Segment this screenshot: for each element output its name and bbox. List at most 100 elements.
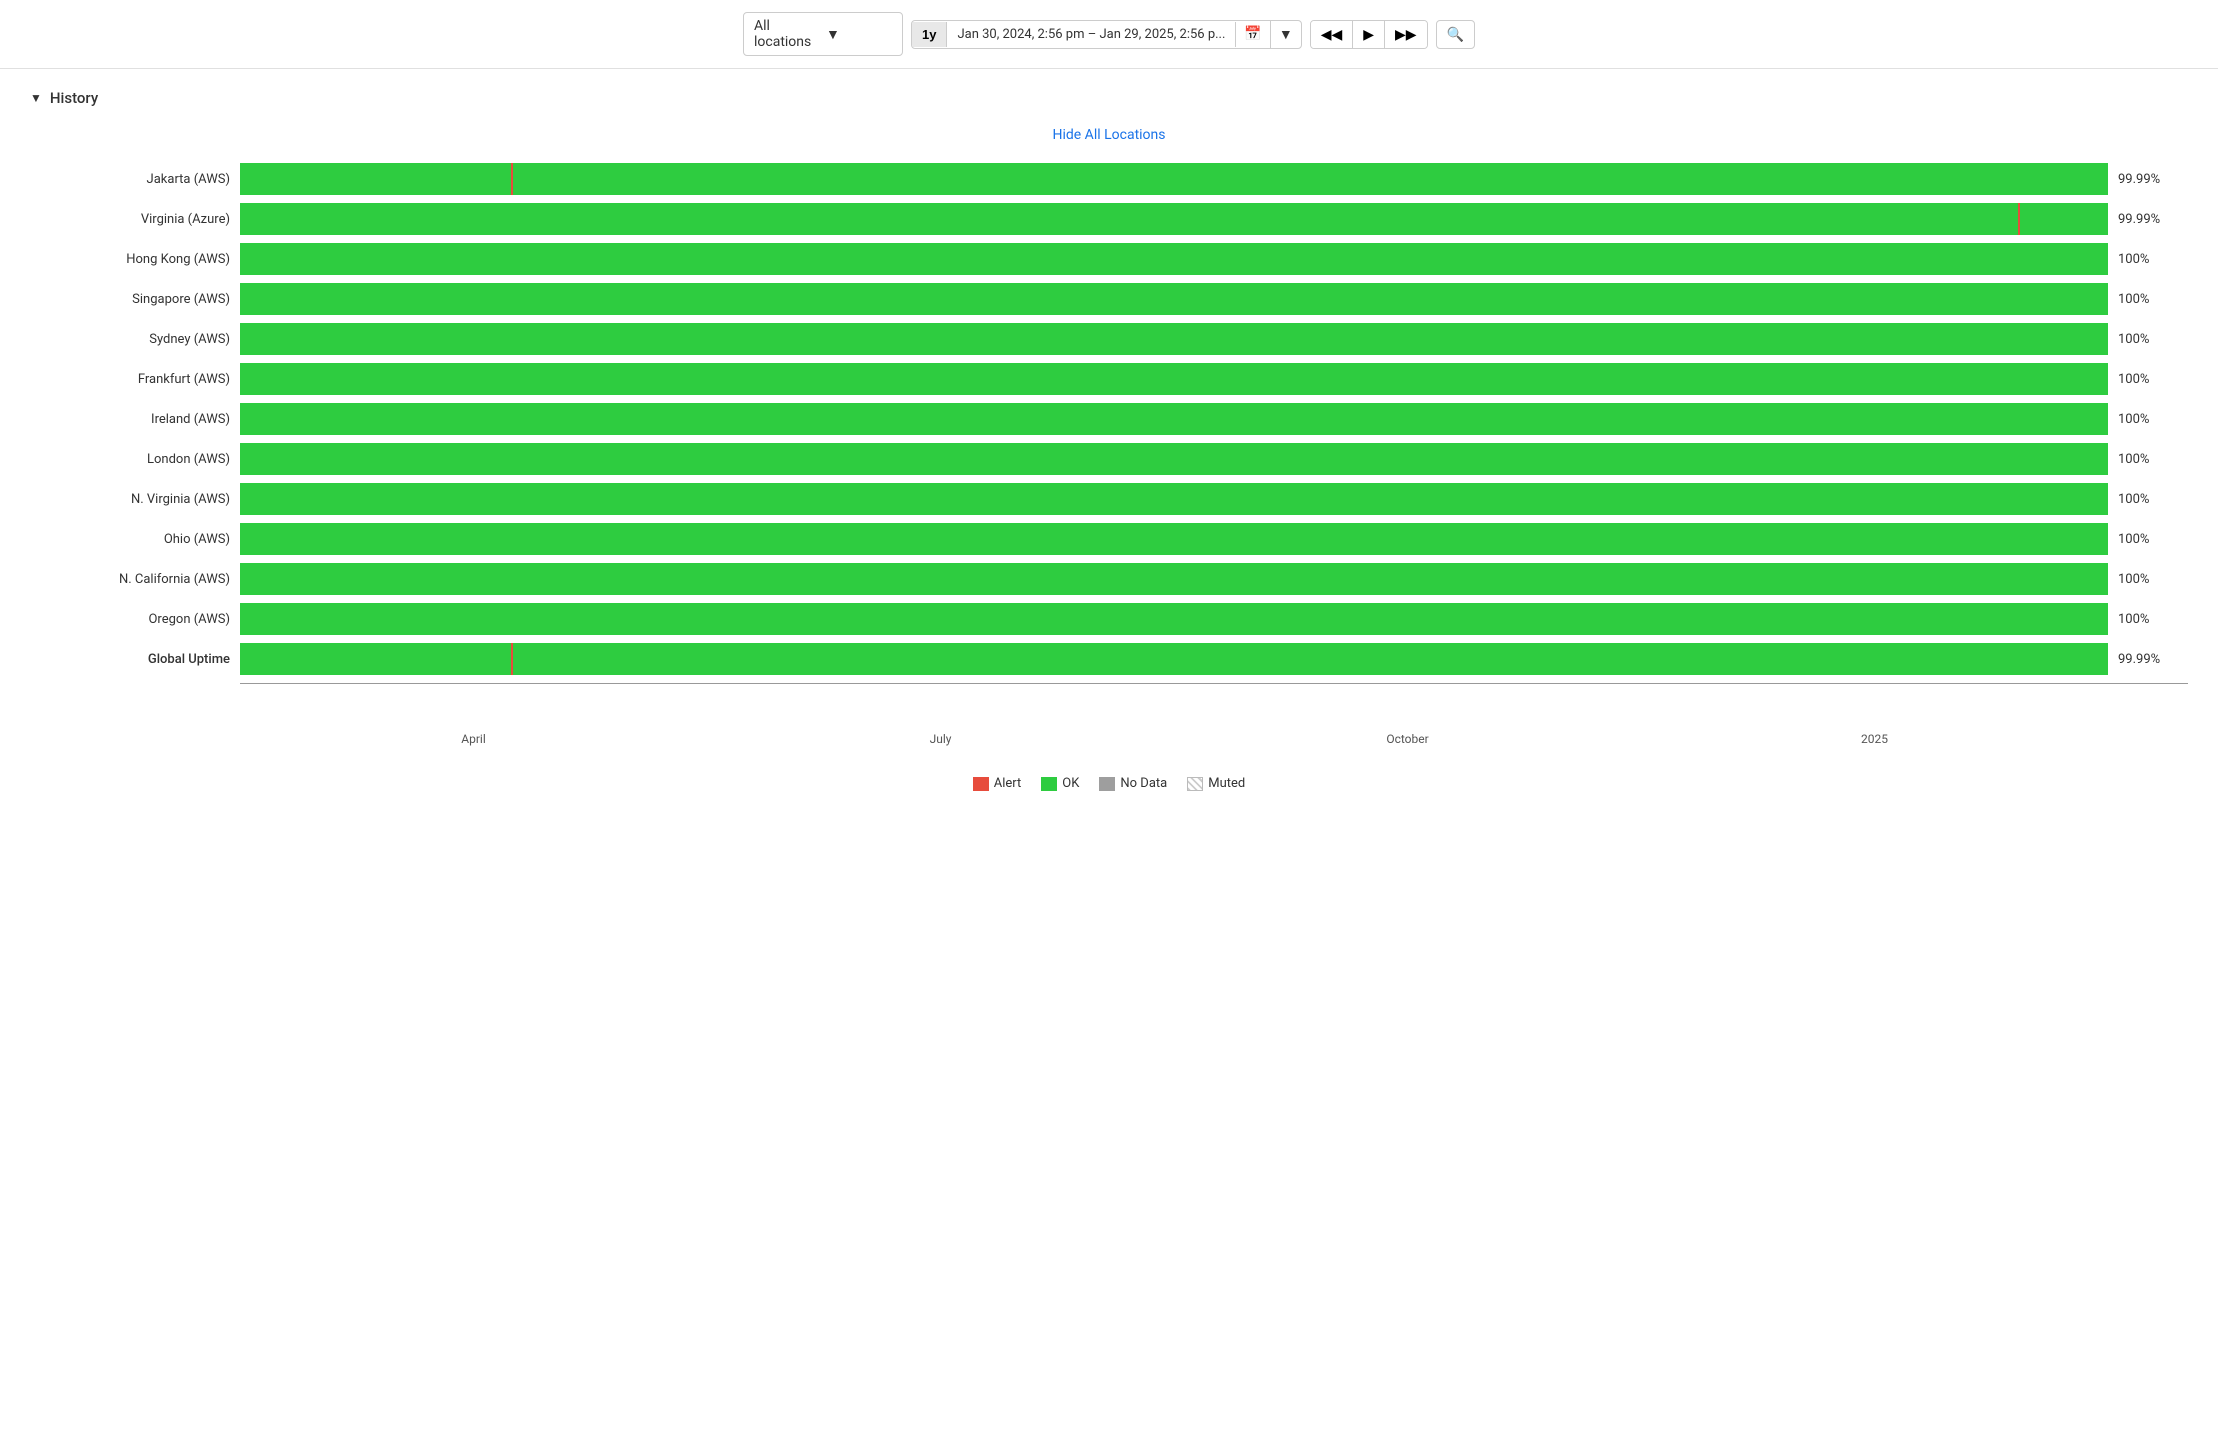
top-bar: All locations ▼ 1y Jan 30, 2024, 2:56 pm…: [0, 0, 2218, 69]
chart-row-percentage: 100%: [2118, 412, 2188, 427]
chart-bar-wrapper: [240, 163, 2108, 195]
chart-row-percentage: 99.99%: [2118, 652, 2188, 667]
chart-bar-green: [240, 323, 2108, 355]
chart-row: Singapore (AWS) 100%: [30, 283, 2188, 315]
chart-bar-wrapper: [240, 363, 2108, 395]
chart-bar-wrapper: [240, 203, 2108, 235]
chart-row: Ireland (AWS) 100%: [30, 403, 2188, 435]
history-section-header[interactable]: ▼ History: [30, 89, 2188, 107]
nav-prev-prev-button[interactable]: ◀◀: [1311, 21, 1354, 48]
chart-bar-green: [240, 363, 2108, 395]
date-range-display: Jan 30, 2024, 2:56 pm – Jan 29, 2025, 2:…: [946, 22, 1236, 47]
time-period-button[interactable]: 1y: [912, 22, 946, 47]
x-axis-label: October: [1174, 732, 1641, 746]
chart-row-percentage: 100%: [2118, 492, 2188, 507]
legend-nodata-color: [1099, 777, 1115, 791]
chart-row-label: London (AWS): [30, 452, 230, 467]
location-label: All locations: [754, 18, 820, 50]
chart-bar-wrapper: [240, 603, 2108, 635]
chart-bar-wrapper: [240, 643, 2108, 675]
nav-controls: ◀◀ ▶ ▶▶: [1310, 20, 1428, 49]
legend: Alert OK No Data Muted: [30, 776, 2188, 791]
chart-bar-green: [240, 203, 2108, 235]
chart-row-label: N. Virginia (AWS): [30, 492, 230, 507]
chart-row-label: Oregon (AWS): [30, 612, 230, 627]
chart-row: London (AWS) 100%: [30, 443, 2188, 475]
chart-row-label: N. California (AWS): [30, 572, 230, 587]
chart-bar-wrapper: [240, 403, 2108, 435]
chart-bar-wrapper: [240, 523, 2108, 555]
legend-ok-label: OK: [1062, 776, 1079, 791]
chart-bar-wrapper: [240, 243, 2108, 275]
chart-row: N. Virginia (AWS) 100%: [30, 483, 2188, 515]
chart-row-label: Jakarta (AWS): [30, 172, 230, 187]
chart-row-label: Ohio (AWS): [30, 532, 230, 547]
chart-row: Ohio (AWS) 100%: [30, 523, 2188, 555]
chart-bar-green: [240, 643, 2108, 675]
chart-container: Jakarta (AWS) 99.99% Virginia (Azure) 99.99…: [30, 163, 2188, 728]
legend-alert-item: Alert: [973, 776, 1022, 791]
chart-row-label: Ireland (AWS): [30, 412, 230, 427]
chart-bar-green: [240, 603, 2108, 635]
chart-row-percentage: 100%: [2118, 572, 2188, 587]
chart-alert-marker: [511, 163, 513, 195]
chart-row-percentage: 100%: [2118, 532, 2188, 547]
chart-row-percentage: 100%: [2118, 452, 2188, 467]
legend-ok-color: [1041, 777, 1057, 791]
chart-bar-wrapper: [240, 323, 2108, 355]
chart-bar-wrapper: [240, 283, 2108, 315]
x-axis-labels: AprilJulyOctober2025: [240, 732, 2188, 746]
chart-bar-green: [240, 403, 2108, 435]
chart-bar-green: [240, 243, 2108, 275]
legend-muted-label: Muted: [1208, 776, 1245, 791]
chart-bar-green: [240, 523, 2108, 555]
chart-row-label: Singapore (AWS): [30, 292, 230, 307]
chart-bar-green: [240, 443, 2108, 475]
chart-row: Hong Kong (AWS) 100%: [30, 243, 2188, 275]
chart-bar-green: [240, 283, 2108, 315]
search-button[interactable]: 🔍: [1436, 20, 1475, 49]
history-title: History: [50, 89, 98, 107]
chart-row-label: Hong Kong (AWS): [30, 252, 230, 267]
legend-muted-color: [1187, 777, 1203, 791]
chart-row: Virginia (Azure) 99.99%: [30, 203, 2188, 235]
legend-alert-label: Alert: [994, 776, 1022, 791]
legend-nodata-item: No Data: [1099, 776, 1167, 791]
dropdown-arrow-icon: ▼: [826, 26, 892, 43]
calendar-icon[interactable]: 📅: [1236, 21, 1269, 47]
chart-row: Frankfurt (AWS) 100%: [30, 363, 2188, 395]
chart-row: N. California (AWS) 100%: [30, 563, 2188, 595]
chart-row-percentage: 100%: [2118, 292, 2188, 307]
hide-all-link[interactable]: Hide All Locations: [30, 127, 2188, 143]
legend-alert-color: [973, 777, 989, 791]
chart-row: Oregon (AWS) 100%: [30, 603, 2188, 635]
date-dropdown-arrow[interactable]: ▼: [1270, 21, 1301, 48]
chart-row-percentage: 99.99%: [2118, 212, 2188, 227]
legend-muted-item: Muted: [1187, 776, 1245, 791]
chart-row-percentage: 100%: [2118, 252, 2188, 267]
chart-bar-wrapper: [240, 563, 2108, 595]
chart-row-label: Frankfurt (AWS): [30, 372, 230, 387]
chart-row-label: Sydney (AWS): [30, 332, 230, 347]
content-area: ▼ History Hide All Locations Jakarta (AW…: [0, 69, 2218, 811]
chart-bar-green: [240, 163, 2108, 195]
chart-alert-marker: [2018, 203, 2020, 235]
chart-row-percentage: 99.99%: [2118, 172, 2188, 187]
legend-ok-item: OK: [1041, 776, 1079, 791]
chart-row-label: Global Uptime: [30, 652, 230, 667]
chart-row: Jakarta (AWS) 99.99%: [30, 163, 2188, 195]
chart-row: Sydney (AWS) 100%: [30, 323, 2188, 355]
chevron-down-icon: ▼: [30, 91, 42, 105]
chart-bar-wrapper: [240, 443, 2108, 475]
nav-play-button[interactable]: ▶: [1353, 21, 1385, 48]
location-dropdown[interactable]: All locations ▼: [743, 12, 903, 56]
x-axis-label: April: [240, 732, 707, 746]
chart-row-percentage: 100%: [2118, 612, 2188, 627]
x-axis-label: 2025: [1641, 732, 2108, 746]
x-axis-label: July: [707, 732, 1174, 746]
chart-row-percentage: 100%: [2118, 332, 2188, 347]
nav-next-next-button[interactable]: ▶▶: [1385, 21, 1427, 48]
chart-row-label: Virginia (Azure): [30, 212, 230, 227]
time-range-group: 1y Jan 30, 2024, 2:56 pm – Jan 29, 2025,…: [911, 20, 1302, 49]
chart-row-percentage: 100%: [2118, 372, 2188, 387]
